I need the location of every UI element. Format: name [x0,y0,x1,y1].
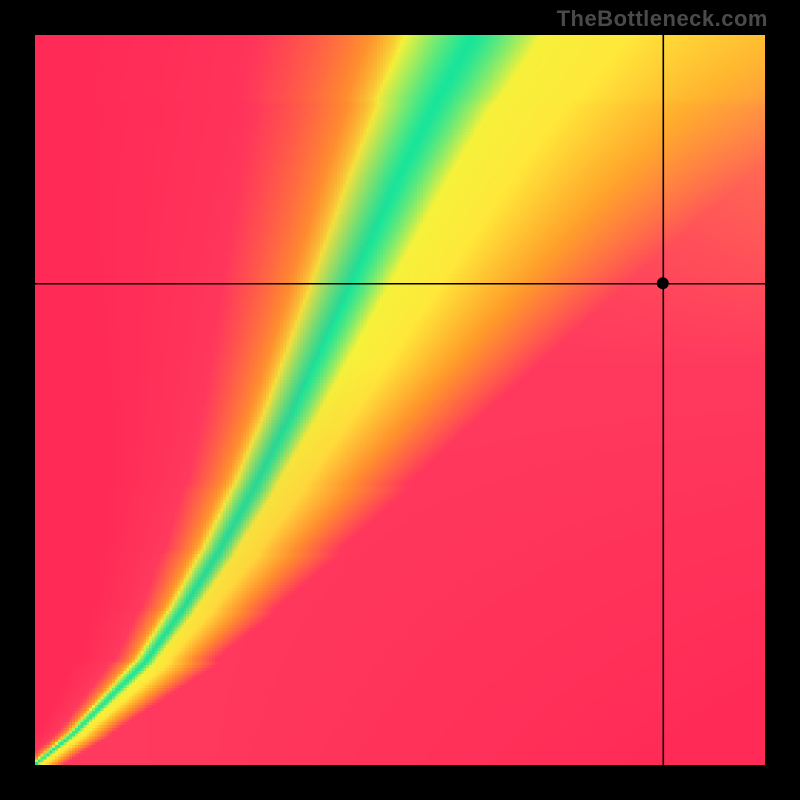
crosshair-overlay [35,35,765,765]
watermark-text: TheBottleneck.com [557,6,768,32]
chart-frame: TheBottleneck.com [0,0,800,800]
